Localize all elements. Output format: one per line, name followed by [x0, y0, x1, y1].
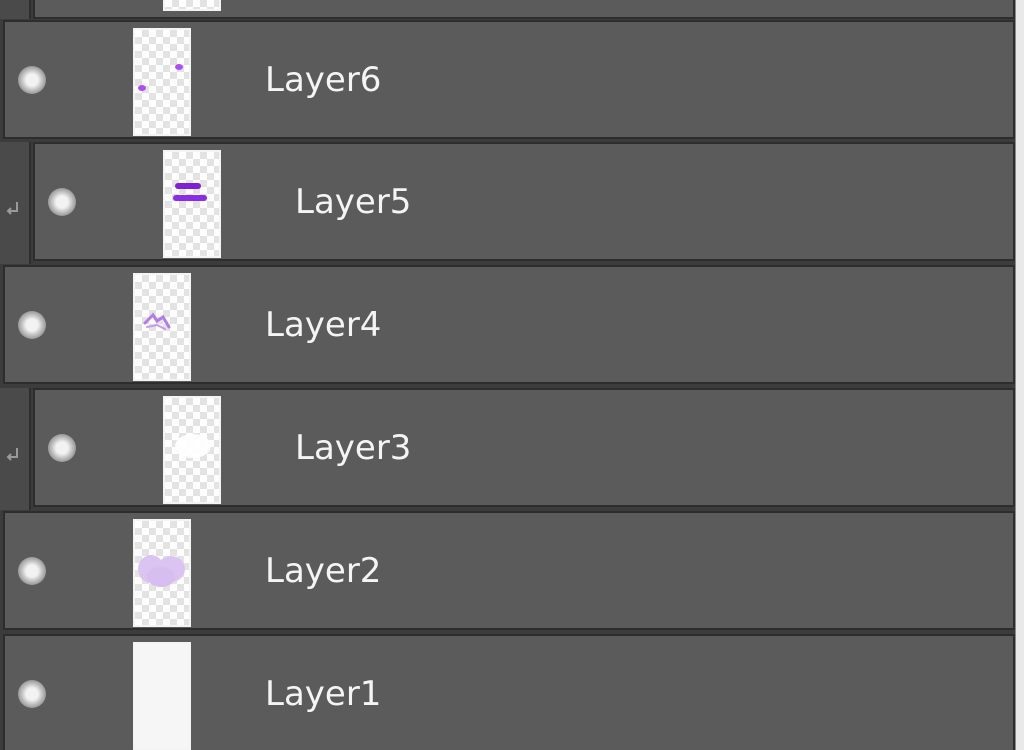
layer-name: Layer1	[265, 674, 382, 714]
layer-row-layer5[interactable]: Layer5	[33, 142, 1015, 261]
layer-row-layer1[interactable]: Layer1	[3, 634, 1015, 750]
layer-thumbnail-layer6	[133, 28, 191, 136]
visibility-toggle-icon[interactable]	[48, 434, 76, 462]
layer-thumbnail	[163, 0, 221, 11]
layer-row-layer4[interactable]: Layer4	[3, 265, 1015, 384]
clip-arrow-icon	[6, 448, 18, 461]
layer-name: Layer3	[295, 428, 412, 468]
visibility-toggle-icon[interactable]	[18, 557, 46, 585]
visibility-toggle-icon[interactable]	[18, 311, 46, 339]
layer-row-layer6[interactable]: Layer6	[3, 20, 1015, 139]
visibility-toggle-icon[interactable]	[18, 66, 46, 94]
clipping-gutter	[0, 388, 31, 510]
layer-row-partial[interactable]	[33, 0, 1015, 19]
scrollbar[interactable]	[1015, 0, 1024, 750]
layer-name: Layer6	[265, 60, 382, 100]
clipping-indicator	[0, 0, 31, 19]
layer-name: Layer2	[265, 551, 382, 591]
clipping-gutter	[0, 142, 31, 264]
layer-thumbnail-layer3	[163, 396, 221, 504]
layer-name: Layer5	[295, 182, 412, 222]
visibility-toggle-icon[interactable]	[48, 188, 76, 216]
layer-thumbnail-layer5	[163, 150, 221, 258]
layers-panel: Layer6 Layer5 Layer4 Layer3 Layer2 Layer…	[0, 0, 1024, 750]
clip-arrow-icon	[6, 202, 18, 215]
layer-thumbnail-layer1	[133, 642, 191, 750]
layer-name: Layer4	[265, 305, 382, 345]
layer-thumbnail-layer4	[133, 273, 191, 381]
layer-row-layer2[interactable]: Layer2	[3, 511, 1015, 630]
layer-thumbnail-layer2	[133, 519, 191, 627]
layer-row-layer3[interactable]: Layer3	[33, 388, 1015, 507]
visibility-toggle-icon[interactable]	[18, 680, 46, 708]
